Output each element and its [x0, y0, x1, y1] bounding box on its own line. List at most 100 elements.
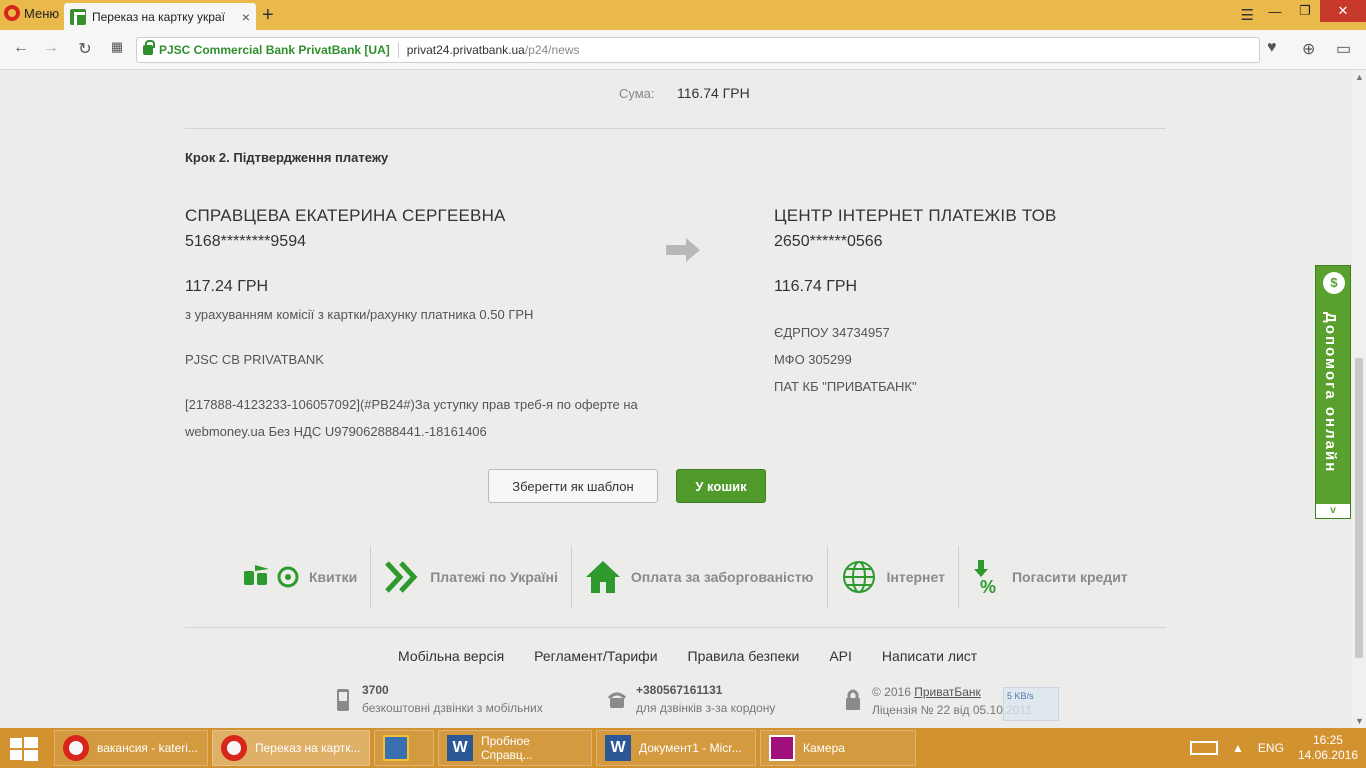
house-icon	[585, 561, 620, 593]
restore-button[interactable]: ❐	[1290, 0, 1320, 22]
download-icon[interactable]: ⊕	[1302, 39, 1315, 59]
svg-text:%: %	[980, 577, 996, 595]
window-controls: — ❐ ✕	[1260, 0, 1366, 22]
taskbar-item-label: Документ1 - Micr...	[639, 741, 742, 755]
footer-link-write[interactable]: Написати лист	[882, 648, 977, 664]
payment-purpose-line2: webmoney.ua Без НДС U979062888441.-18161…	[185, 424, 487, 439]
address-toolbar: ← → ↻ ▦ PJSC Commercial Bank PrivatBank …	[0, 30, 1366, 70]
browser-tab[interactable]: Переказ на картку украї ×	[64, 3, 256, 30]
speed-dial-grid-icon[interactable]: ▦	[106, 39, 128, 55]
taskbar-item-camera[interactable]: Камера	[760, 730, 916, 766]
abroad-number: +380567161131	[636, 683, 723, 697]
clock[interactable]: 16:25 14.06.2016	[1298, 733, 1358, 763]
mobile-number: 3700	[362, 683, 389, 697]
taskbar-item-label: Пробное Справц...	[481, 734, 533, 762]
windows-start-icon[interactable]	[10, 737, 38, 761]
service-payments-ukraine[interactable]: Платежі по Україні	[371, 546, 572, 608]
copyright-prefix: © 2016	[872, 685, 911, 699]
padlock-icon	[143, 40, 155, 55]
system-tray: ▲ ENG 16:25 14.06.2016	[1190, 728, 1358, 768]
help-online-tab[interactable]: $ Допомога онлайн v	[1315, 265, 1351, 519]
sum-value: 116.74 ГРН	[677, 85, 750, 101]
taskbar-item-label: Камера	[803, 741, 845, 755]
scroll-up-arrow-icon[interactable]: ▲	[1355, 72, 1364, 82]
word-icon: W	[447, 735, 473, 761]
transfer-arrow-icon	[666, 238, 700, 262]
scroll-thumb[interactable]	[1355, 358, 1363, 658]
network-speed-value: 5 KB/s	[1007, 691, 1034, 701]
forward-arrow-icon[interactable]: →	[40, 39, 62, 57]
tab-close-icon[interactable]: ×	[242, 9, 250, 25]
service-label: Інтернет	[886, 569, 945, 585]
scroll-down-arrow-icon[interactable]: ▼	[1355, 716, 1364, 726]
tab-title: Переказ на картку украї	[92, 9, 225, 24]
payer-commission: з урахуванням комісії з картки/рахунку п…	[185, 307, 534, 322]
payer-name: СПРАВЦЕВА ЕКАТЕРИНА СЕРГЕЕВНА	[185, 206, 506, 225]
url-path: /p24/news	[524, 43, 580, 57]
add-to-cart-button[interactable]: У кошик	[676, 469, 766, 503]
service-label: Квитки	[309, 569, 358, 585]
tickets-icon	[244, 565, 299, 588]
service-repay-credit[interactable]: % Погасити кредит	[959, 546, 1141, 608]
new-tab-button[interactable]: +	[262, 4, 274, 27]
payee-bank: ПАТ КБ "ПРИВАТБАНК"	[774, 379, 917, 394]
opera-logo-icon	[4, 5, 20, 21]
taskbar-item-explorer[interactable]	[374, 730, 434, 766]
taskbar-item-word-doc[interactable]: W Пробное Справц...	[438, 730, 592, 766]
service-label: Платежі по Україні	[430, 569, 558, 585]
service-internet[interactable]: Інтернет	[828, 546, 959, 608]
back-arrow-icon[interactable]: ←	[10, 39, 32, 57]
payee-card-number: 2650******0566	[774, 233, 883, 250]
divider	[185, 128, 1166, 129]
taskbar-item-word-document1[interactable]: W Документ1 - Micr...	[596, 730, 756, 766]
footer-link-security[interactable]: Правила безпеки	[688, 648, 800, 664]
step-title: Крок 2. Підтвердження платежу	[185, 150, 389, 165]
vertical-scrollbar[interactable]: ▲ ▼	[1352, 70, 1366, 728]
address-bar[interactable]: PJSC Commercial Bank PrivatBank [UA] pri…	[136, 37, 1260, 63]
menu-label: Меню	[24, 5, 60, 21]
footer-link-api[interactable]: API	[829, 648, 852, 664]
url-separator	[397, 42, 399, 58]
taskbar-item-label: Переказ на картк...	[255, 741, 361, 755]
battery-saver-icon[interactable]: ▭	[1336, 39, 1351, 59]
explorer-icon	[383, 735, 409, 761]
sum-label: Сума:	[619, 86, 655, 101]
tab-menu-icon[interactable]: ☰	[1241, 6, 1254, 24]
service-label: Оплата за заборгованістю	[630, 569, 814, 585]
desk-phone-icon	[608, 692, 626, 708]
contact-abroad: +380567161131 для дзвінків з-за кордону	[608, 683, 775, 715]
page-content: Сума: 116.74 ГРН Крок 2. Підтвердження п…	[0, 70, 1352, 728]
payee-mfo: МФО 305299	[774, 352, 852, 367]
privatbank-link[interactable]: ПриватБанк	[914, 685, 981, 699]
footer-link-mobile[interactable]: Мобільна версія	[398, 648, 504, 664]
help-toggle-chevron-icon[interactable]: v	[1316, 504, 1350, 518]
service-label: Погасити кредит	[1011, 569, 1128, 585]
reload-icon[interactable]: ↻	[74, 39, 96, 59]
minimize-button[interactable]: —	[1260, 0, 1290, 22]
opera-menu-button[interactable]: Меню	[0, 0, 60, 26]
payee-block: ЦЕНТР ІНТЕРНЕТ ПЛАТЕЖІВ ТОВ 2650******05…	[774, 206, 1194, 406]
show-hidden-icons-icon[interactable]: ▲	[1232, 741, 1244, 755]
close-window-button[interactable]: ✕	[1320, 0, 1366, 22]
payee-edrpou: ЄДРПОУ 34734957	[774, 325, 890, 340]
percent-icon: %	[973, 560, 996, 595]
clock-time: 16:25	[1312, 733, 1343, 747]
help-chat-icon: $	[1323, 272, 1345, 294]
service-debt-payment[interactable]: Оплата за заборгованістю	[572, 546, 828, 608]
globe-icon	[842, 561, 875, 593]
opera-icon	[221, 735, 247, 761]
payment-purpose-line1: [217888-4123233-106057092](#PB24#)За уст…	[185, 397, 638, 412]
footer-link-tariffs[interactable]: Регламент/Тарифи	[534, 648, 657, 664]
service-tickets[interactable]: Квитки	[230, 546, 372, 608]
payer-amount: 117.24 ГРН	[185, 278, 269, 295]
contact-mobile: 3700 безкоштовні дзвінки з мобільних	[334, 683, 543, 715]
taskbar-item-opera-transfer[interactable]: Переказ на картк...	[212, 730, 370, 766]
touch-keyboard-icon[interactable]	[1190, 741, 1219, 755]
save-template-button[interactable]: Зберегти як шаблон	[488, 469, 658, 503]
taskbar-item-opera-vacancy[interactable]: вакансия - kateri...	[54, 730, 208, 766]
security-certificate-label[interactable]: PJSC Commercial Bank PrivatBank [UA]	[159, 43, 390, 57]
input-language[interactable]: ENG	[1258, 741, 1284, 755]
payee-name: ЦЕНТР ІНТЕРНЕТ ПЛАТЕЖІВ ТОВ	[774, 206, 1057, 225]
padlock-icon	[846, 689, 860, 710]
heart-bookmark-icon[interactable]: ♥	[1267, 39, 1277, 57]
